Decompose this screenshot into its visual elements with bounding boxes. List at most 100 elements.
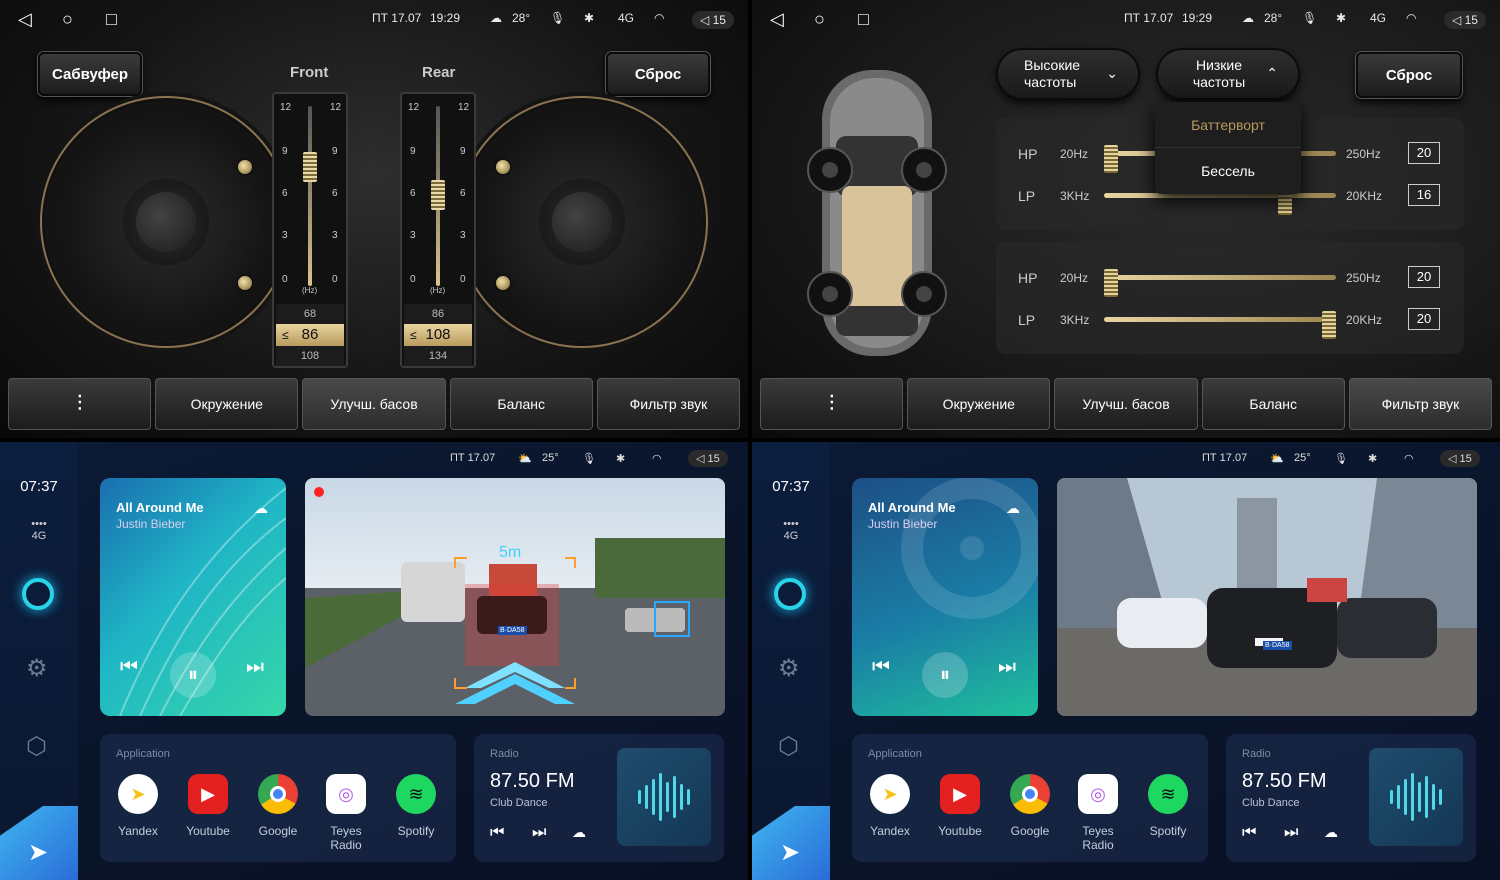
next-station-icon[interactable]: ⏭ (532, 824, 546, 842)
app-youtube[interactable]: ▶ Youtube (178, 774, 238, 838)
tab-bass-boost[interactable]: Улучш. басов (1054, 378, 1198, 430)
settings-icon[interactable]: ⚙ (778, 654, 800, 683)
scale-6: 6 (332, 188, 338, 199)
app-teyes-radio[interactable]: ◎ Teyes Radio (316, 774, 376, 852)
chevron-up-icon: ⌃ (1266, 65, 1278, 81)
tab-equalizer[interactable]: ⫶ (8, 378, 152, 430)
previous-station-icon[interactable]: ⏮ (490, 824, 504, 842)
low-freq-dropdown[interactable]: Низкие частоты ⌃ (1158, 50, 1298, 98)
tab-sound-filter[interactable]: Фильтр звук (596, 378, 741, 430)
sidebar: 07:37 •••• 4G ⚙ ⬡ ➤ (752, 442, 830, 880)
tab-balance[interactable]: Баланс (449, 378, 593, 430)
voice-assistant-icon[interactable] (22, 578, 54, 610)
music-widget[interactable]: All Around Me Justin Bieber ☁ ⏮ ⏸ ⏭ (100, 478, 286, 716)
navigation-button[interactable]: ➤ (752, 806, 830, 880)
lp-row: LP 3KHz 20KHz 20 (1018, 308, 1442, 339)
recents-icon[interactable]: □ (106, 9, 117, 30)
recents-icon[interactable]: □ (858, 9, 869, 30)
mic-icon[interactable]: 🎙 (1334, 452, 1348, 465)
app-yandex[interactable]: ➤ Yandex (108, 774, 168, 838)
tab-bass-boost[interactable]: Улучш. басов (302, 378, 446, 430)
previous-track-icon[interactable]: ⏮ (120, 656, 138, 679)
slider-thumb[interactable] (1104, 269, 1118, 297)
volume-indicator[interactable]: ◁ 15 (688, 450, 728, 467)
navigation-button[interactable]: ➤ (0, 806, 78, 880)
next-track-icon[interactable]: ⏭ (246, 656, 264, 679)
lp-slider[interactable] (1104, 311, 1336, 339)
mic-icon[interactable]: 🎙 (582, 452, 596, 465)
radio-widget[interactable]: Radio 87.50 FM Club Dance ⏮ ⏭ ☁ (474, 734, 724, 862)
radio-widget[interactable]: Radio 87.50 FM Club Dance ⏮ ⏭ ☁ (1226, 734, 1476, 862)
front-eq-slider[interactable]: 12 12 9 9 6 6 3 3 0 0 (Hz) 68 ≤86 108 (272, 92, 348, 368)
audio-tabs: ⫶ Окружение Улучш. басов Баланс Фильтр з… (760, 378, 1493, 430)
freq-current: 86 (301, 326, 319, 343)
mic-icon[interactable]: 🎙 (550, 11, 565, 25)
menu-item-butterworth[interactable]: Баттерворт (1155, 102, 1301, 148)
pause-button[interactable]: ⏸ (922, 652, 968, 698)
tab-surround[interactable]: Окружение (907, 378, 1051, 430)
home-icon[interactable]: ○ (814, 9, 825, 30)
hp-slider[interactable] (1104, 269, 1336, 297)
next-track-icon[interactable]: ⏭ (998, 656, 1016, 679)
home-icon[interactable]: ○ (62, 9, 73, 30)
app-teyes-radio[interactable]: ◎ Teyes Radio (1068, 774, 1128, 852)
lp-value[interactable]: 20 (1408, 308, 1440, 330)
rear-freq-picker[interactable]: 86 ≤108 134 (404, 304, 472, 366)
app-spotify[interactable]: ≋ Spotify (1138, 774, 1198, 838)
radio-source-icon[interactable]: ☁ (572, 824, 586, 841)
front-freq-picker[interactable]: 68 ≤86 108 (276, 304, 344, 366)
music-service-icon[interactable]: ☁ (254, 500, 268, 517)
camera-360-view[interactable]: B·DA58 (1057, 478, 1477, 716)
back-icon[interactable]: ◁ (18, 9, 32, 30)
radio-waveform (617, 748, 711, 846)
voice-assistant-icon[interactable] (774, 578, 806, 610)
tab-surround[interactable]: Окружение (155, 378, 299, 430)
music-service-icon[interactable]: ☁ (1006, 500, 1020, 517)
pause-button[interactable]: ⏸ (170, 652, 216, 698)
app-google[interactable]: Google (1000, 774, 1060, 838)
app-spotify[interactable]: ≋ Spotify (386, 774, 446, 838)
lp-value[interactable]: 16 (1408, 184, 1440, 206)
app-yandex[interactable]: ➤ Yandex (860, 774, 920, 838)
tab-balance[interactable]: Баланс (1201, 378, 1345, 430)
radio-frequency: 87.50 FM (1242, 770, 1327, 792)
hp-low-label: 20Hz (1060, 271, 1089, 285)
reset-button[interactable]: Сброс (1356, 52, 1462, 98)
slider-thumb[interactable] (1104, 145, 1118, 173)
radio-source-icon[interactable]: ☁ (1324, 824, 1338, 841)
tab-sound-filter[interactable]: Фильтр звук (1348, 378, 1493, 430)
mic-icon[interactable]: 🎙 (1302, 11, 1317, 25)
settings-icon[interactable]: ⚙ (26, 654, 48, 683)
music-widget[interactable]: All Around Me Justin Bieber ☁ ⏮ ⏸ ⏭ (852, 478, 1038, 716)
wifi-icon: ◠ (1404, 453, 1414, 465)
volume-indicator[interactable]: ◁ 15 (692, 11, 734, 29)
volume-indicator[interactable]: ◁ 15 (1444, 11, 1486, 29)
high-freq-dropdown[interactable]: Высокие частоты ⌄ (998, 50, 1138, 98)
tab-equalizer[interactable]: ⫶ (760, 378, 904, 430)
app-label: Teyes Radio (1082, 824, 1114, 852)
applications-header: Application (116, 748, 170, 760)
menu-item-bessel[interactable]: Бессель (1155, 148, 1301, 194)
temperature: 28° (512, 11, 531, 25)
reset-button[interactable]: Сброс (606, 52, 710, 96)
screw-icon (238, 160, 252, 174)
hp-value[interactable]: 20 (1408, 142, 1440, 164)
slider-thumb[interactable] (1322, 311, 1336, 339)
previous-station-icon[interactable]: ⏮ (1242, 824, 1256, 842)
volume-indicator[interactable]: ◁ 15 (1440, 450, 1480, 467)
eq-thumb[interactable] (303, 152, 317, 183)
next-station-icon[interactable]: ⏭ (1284, 824, 1298, 842)
back-icon[interactable]: ◁ (770, 9, 784, 30)
app-youtube[interactable]: ▶ Youtube (930, 774, 990, 838)
eq-thumb[interactable] (431, 180, 445, 211)
chrome-icon (1010, 774, 1050, 814)
hp-value[interactable]: 20 (1408, 266, 1440, 288)
subwoofer-button[interactable]: Сабвуфер (38, 52, 142, 96)
dashcam-view[interactable]: 5m B·DA58 (305, 478, 725, 716)
apps-cube-icon[interactable]: ⬡ (778, 732, 799, 761)
bluetooth-icon: ✱ (616, 453, 626, 465)
app-google[interactable]: Google (248, 774, 308, 838)
previous-track-icon[interactable]: ⏮ (872, 656, 890, 679)
apps-cube-icon[interactable]: ⬡ (26, 732, 47, 761)
rear-eq-slider[interactable]: 12 12 9 9 6 6 3 3 0 0 (Hz) 86 ≤108 134 (400, 92, 476, 368)
